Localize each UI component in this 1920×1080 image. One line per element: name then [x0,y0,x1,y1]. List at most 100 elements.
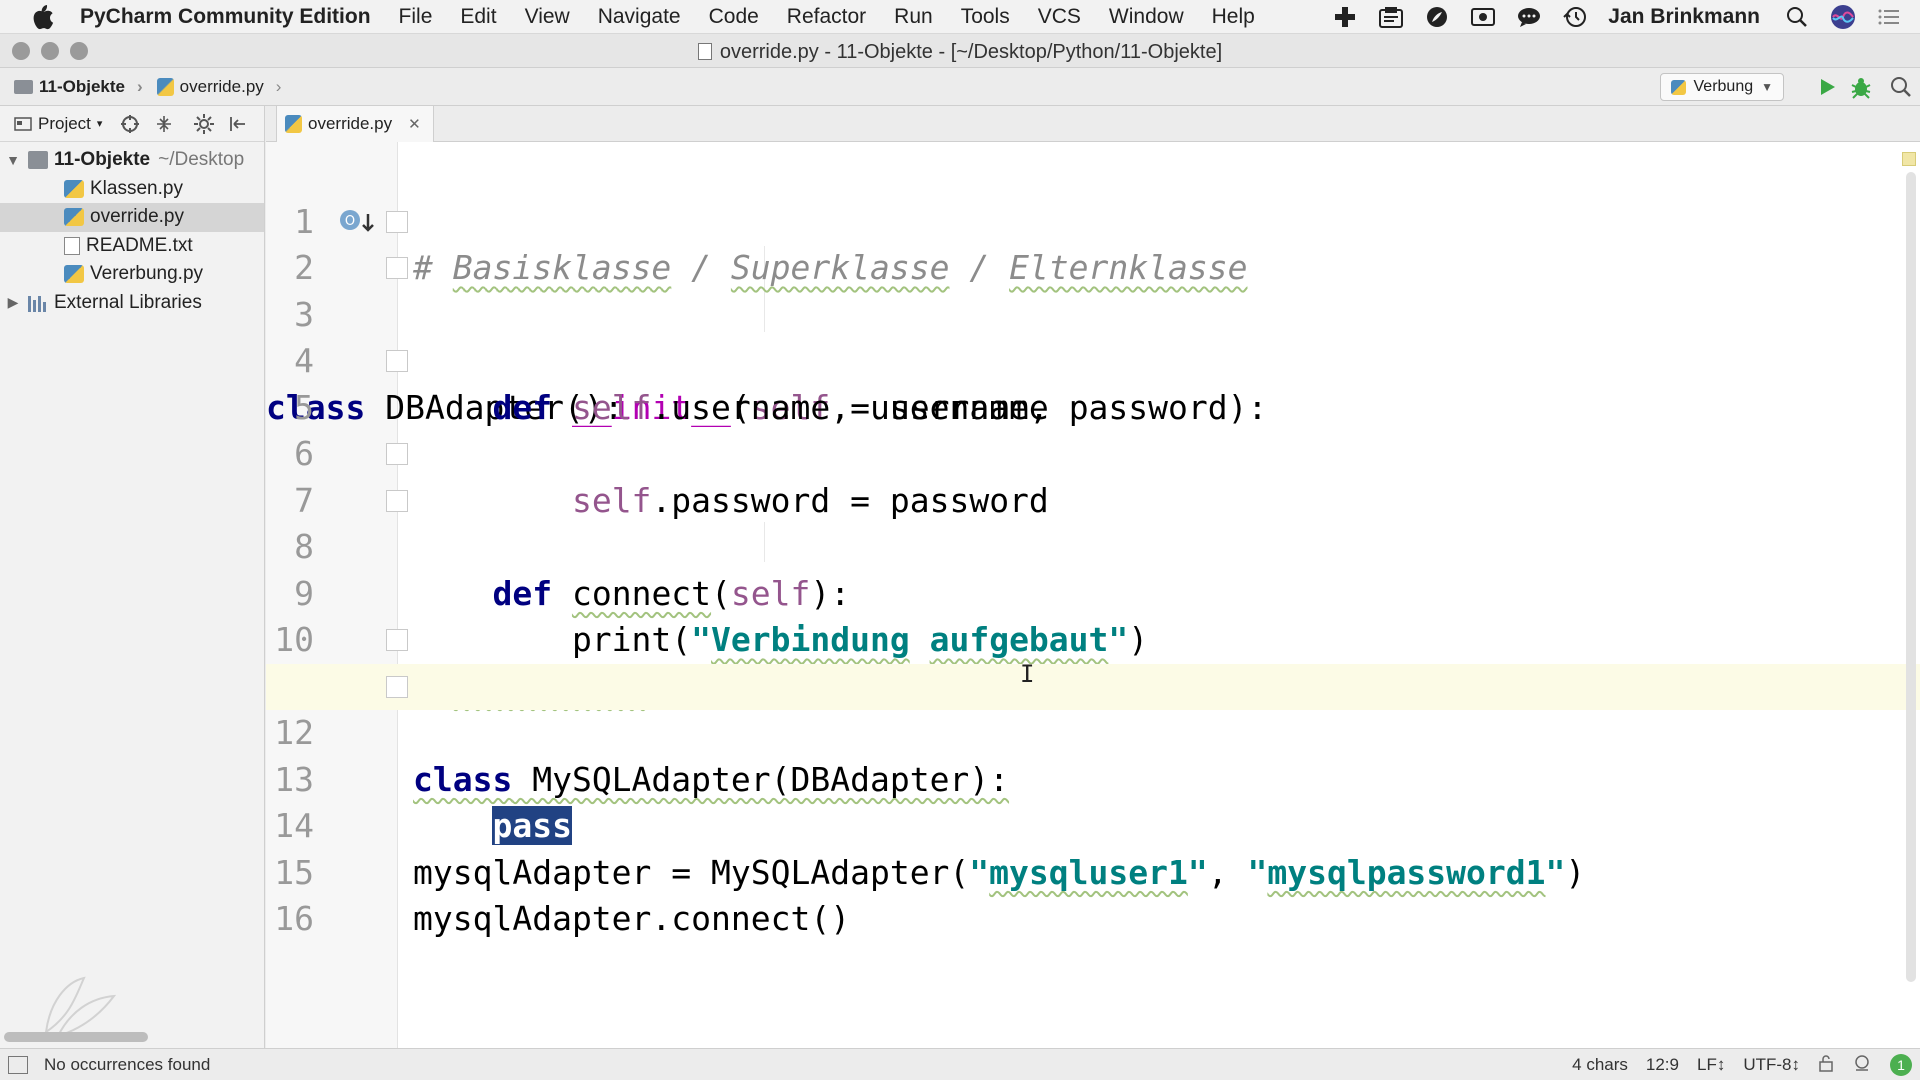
tree-item-label: 11-Objekte [54,149,151,171]
status-bar: No occurrences found 4 chars 12:9 LF↕ UT… [0,1048,1920,1080]
file-encoding-selector[interactable]: UTF-8↕ [1743,1055,1800,1075]
close-tab-icon[interactable]: ✕ [408,115,421,133]
code-line[interactable]: 5 self.password = password [266,338,1920,520]
plus-puzzle-icon[interactable] [1332,4,1358,30]
breadcrumb-separator-icon: › [137,76,143,96]
menu-code[interactable]: Code [709,5,759,29]
breadcrumb-project[interactable]: 11-Objekte › [14,77,143,97]
code-line[interactable]: 15 mysqlAdapter.connect() [266,803,1920,939]
tree-item-label: Klassen.py [90,177,183,199]
notification-center-icon[interactable] [1876,4,1902,30]
code-line[interactable]: 10 # Kindklasse (child) [266,571,1920,706]
tree-item-label: Vererbung.py [90,263,204,285]
code-line[interactable]: 4 self.username = username [266,292,1920,427]
code-line[interactable]: 6 [266,385,1920,473]
locate-file-icon[interactable] [118,112,142,136]
python-file-icon [285,115,302,133]
code-line[interactable]: 16 [266,850,1920,938]
python-file-icon [64,179,84,198]
tool-windows-toggle-icon[interactable] [8,1055,28,1074]
tree-item-file[interactable]: README.txt [0,232,264,261]
code-line[interactable]: 7 def connect(self): [266,431,1920,613]
debug-button[interactable] [1848,74,1874,100]
code-line[interactable]: 2 O class DBAdapter(): [266,199,1920,427]
screen-record-icon[interactable] [1470,4,1496,30]
editor-vertical-scrollbar[interactable] [1906,172,1916,982]
menu-refactor[interactable]: Refactor [787,5,866,29]
project-toolbar: Project ▾ [0,106,264,142]
tree-item-external-libraries[interactable]: ▶ External Libraries [0,289,264,318]
menu-file[interactable]: File [399,5,433,29]
tree-item-file[interactable]: Vererbung.py [0,260,264,289]
run-button[interactable] [1814,74,1840,100]
menubar-status-area: Jan Brinkmann [1332,0,1902,34]
code-line[interactable]: 3 def __init__(self, username, password)… [266,245,1920,427]
leaf-icon[interactable] [1424,4,1450,30]
tree-item-file-selected[interactable]: override.py [0,203,264,232]
apple-menu-icon[interactable] [28,2,58,32]
time-machine-icon[interactable] [1562,4,1588,30]
fold-marker-icon[interactable] [386,443,408,465]
code-line[interactable]: 1 # Basisklasse / Superklasse / Elternkl… [266,152,1920,288]
search-everywhere-icon[interactable] [1888,74,1914,100]
lock-icon[interactable] [1818,1054,1834,1077]
library-icon [28,294,48,312]
chat-bubble-icon[interactable] [1516,4,1542,30]
menu-vcs[interactable]: VCS [1038,5,1081,29]
folder-icon [28,151,48,170]
breadcrumb-file[interactable]: override.py › [156,77,281,97]
clipboard-app-icon[interactable] [1378,4,1404,30]
tree-item-file[interactable]: Klassen.py [0,175,264,204]
fold-marker-icon[interactable] [386,350,408,372]
project-tree: ▼ 11-Objekte ~/Desktop Klassen.py overri… [0,142,264,317]
chevron-right-icon[interactable]: ▶ [4,294,22,311]
tab-label: override.py [308,114,393,133]
project-icon [14,116,32,131]
event-log-badge[interactable]: 1 [1890,1054,1912,1076]
code-line[interactable]: 14 mysqlAdapter = MySQLAdapter("mysqluse… [266,757,1920,892]
siri-icon[interactable] [1830,4,1856,30]
fold-marker-icon[interactable] [386,629,408,651]
menu-window[interactable]: Window [1109,5,1184,29]
fold-marker-icon[interactable] [386,489,408,512]
menu-run[interactable]: Run [894,5,933,29]
python-file-icon [156,77,174,96]
settings-gear-icon[interactable] [192,112,216,136]
spotlight-search-icon[interactable] [1784,4,1810,30]
fold-marker-icon[interactable] [386,210,408,233]
chevron-down-icon[interactable]: ▼ [4,152,22,168]
code-line-current[interactable]: 12 pass [266,663,1920,845]
menu-help[interactable]: Help [1212,5,1255,29]
project-horizontal-scrollbar[interactable] [4,1032,148,1042]
hide-panel-icon[interactable] [226,112,250,136]
tab-override-py[interactable]: override.py ✕ [276,106,434,142]
status-bar-widgets: 4 chars 12:9 LF↕ UTF-8↕ 1 [1572,1049,1912,1080]
macos-menu-bar: PyCharm Community Edition File Edit View… [0,0,1920,34]
tree-item-project-root[interactable]: ▼ 11-Objekte ~/Desktop [0,146,264,175]
app-name-menu[interactable]: PyCharm Community Edition [80,5,371,29]
caret-position[interactable]: 12:9 [1646,1055,1679,1075]
menu-tools[interactable]: Tools [961,5,1010,29]
project-view-selector[interactable]: Project ▾ [14,114,102,134]
code-line[interactable]: 13 [266,710,1920,799]
python-file-icon [64,265,84,284]
inspector-hector-icon[interactable] [1852,1053,1872,1078]
collapse-all-icon[interactable] [152,112,176,136]
fold-marker-icon[interactable] [386,257,408,279]
line-number: 16 [274,899,314,938]
inspection-status-icon[interactable] [1902,152,1916,166]
code-line[interactable]: 8 print("Verbindung aufgebaut") [266,478,1920,659]
menu-edit[interactable]: Edit [460,5,496,29]
menu-navigate[interactable]: Navigate [598,5,681,29]
fold-marker-icon[interactable] [386,675,408,698]
user-name[interactable]: Jan Brinkmann [1608,5,1760,29]
line-separator-selector[interactable]: LF↕ [1697,1055,1725,1075]
code-line[interactable]: 11 class MySQLAdapter(DBAdapter): [266,617,1920,799]
run-configuration-select[interactable]: Verbung ▼ [1659,73,1784,101]
code-line[interactable]: 9 [266,524,1920,613]
python-file-icon [64,208,84,227]
folder-icon [14,79,33,94]
code-editor[interactable]: 1 # Basisklasse / Superklasse / Elternkl… [266,142,1920,1048]
overridden-method-icon[interactable]: O [338,208,378,236]
menu-view[interactable]: View [525,5,570,29]
